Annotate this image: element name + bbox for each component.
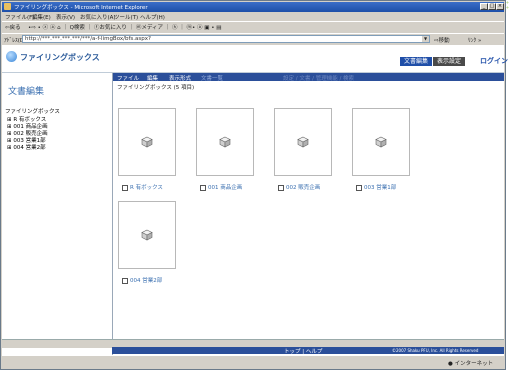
toolbar-buttons[interactable]: •⇨ • ⓧ ⓐ ⌂ ｜ Q検索 ｜ ⓕお気に入り ｜ ⓜメディア ｜ ⓗ ｜ … <box>28 23 221 31</box>
menu-tools[interactable]: ツール(T) <box>114 13 138 21</box>
app-header: ファイリングボックス 文書編集 表示設定 ログイン <box>2 45 508 73</box>
menu-bar: ファイル(F) 編集(E) 表示(V) お気に入り(A) ツール(T) ヘルプ(… <box>2 12 504 21</box>
copyright-text: ©2007 Shaku PFU, Inc. All Rights Reserve… <box>392 348 479 353</box>
app-title: ファイリングボックス <box>20 53 100 62</box>
folder-tile[interactable] <box>196 108 254 176</box>
folder-checkbox[interactable] <box>278 184 284 191</box>
address-input[interactable]: http://***.***.***.***/***/a-f-limgBox/b… <box>22 35 430 43</box>
chevron-down-icon[interactable]: ▼ <box>422 36 429 42</box>
zone-status: ● インターネット <box>448 361 494 367</box>
folder-view-pane: ファイル 編集 表示形式 文書一覧 設定 / 文書 / 管理機能 / 検索 ファ… <box>113 73 504 360</box>
footer-links[interactable]: トップ | ヘルプ <box>284 347 322 355</box>
maximize-button[interactable]: □ <box>488 3 496 10</box>
folder-checkbox[interactable] <box>122 277 128 284</box>
box-icon <box>141 229 153 241</box>
box-icon <box>297 136 309 148</box>
back-button[interactable]: ⇦戻る <box>5 23 21 31</box>
address-bar: ｱﾄﾞﾚｽ(D) http://***.***.***.***/***/a-f-… <box>2 33 504 45</box>
address-url: http://***.***.***.***/***/a-f-limgBox/b… <box>25 36 151 42</box>
pane-title: 文書編集 <box>8 87 45 97</box>
browser-toolbar: ⇦戻る •⇨ • ⓧ ⓐ ⌂ ｜ Q検索 ｜ ⓕお気に入り ｜ ⓜメディア ｜ … <box>2 21 504 33</box>
page-content: ファイリングボックス 文書編集 表示設定 ログイン 文書編集 ファイリングボック… <box>2 45 508 360</box>
box-icon <box>141 136 153 148</box>
folder-checkbox[interactable] <box>200 184 206 191</box>
menu-view[interactable]: 表示(V) <box>56 13 75 21</box>
nav-faded: 設定 / 文書 / 管理機能 / 検索 <box>283 76 355 82</box>
menu-edit[interactable]: 編集(E) <box>32 13 51 21</box>
nav-file[interactable]: ファイル <box>117 74 139 82</box>
doc-edit-button[interactable]: 文書編集 <box>400 57 433 66</box>
breadcrumb: ファイリングボックス (5 項目) <box>117 85 195 91</box>
folder-tile[interactable] <box>118 201 176 269</box>
folder-label[interactable]: R 有ボックス <box>122 183 163 191</box>
folder-checkbox[interactable] <box>122 184 128 191</box>
nav-display[interactable]: 表示形式 <box>169 74 191 82</box>
go-button[interactable]: ⇨移動 <box>434 36 450 44</box>
folder-label[interactable]: 004 営業2部 <box>122 276 162 284</box>
minimize-button[interactable]: _ <box>480 3 488 10</box>
links-button[interactable]: ﾘﾝｸ » <box>468 36 481 44</box>
folder-tile[interactable] <box>118 108 176 176</box>
close-button[interactable]: × <box>496 3 504 10</box>
window-titlebar: ファイリングボックス - Microsoft Internet Explorer… <box>2 2 504 12</box>
tree-item[interactable]: ⊞ 004 営業2部 <box>7 143 46 151</box>
login-button[interactable]: ログイン <box>476 57 509 66</box>
ie-icon <box>4 3 11 10</box>
main-nav-bar: ファイル 編集 表示形式 文書一覧 設定 / 文書 / 管理機能 / 検索 <box>113 73 504 82</box>
footer-bar: トップ | ヘルプ ©2007 Shaku PFU, Inc. All Righ… <box>112 347 504 355</box>
menu-file[interactable]: ファイル(F) <box>5 13 34 21</box>
display-settings-button[interactable]: 表示設定 <box>433 57 466 66</box>
tree-root[interactable]: ファイリングボックス <box>5 107 60 115</box>
folder-tree-pane: 文書編集 ファイリングボックス ⊞ R 有ボックス ⊞ 001 商品企画 ⊞ 0… <box>2 73 113 360</box>
folder-label[interactable]: 001 商品企画 <box>200 183 242 191</box>
browser-window: ファイリングボックス - Microsoft Internet Explorer… <box>0 0 508 370</box>
filing-box-logo-icon <box>6 51 17 62</box>
folder-tile[interactable] <box>274 108 332 176</box>
folder-label[interactable]: 002 販売企画 <box>278 183 320 191</box>
folder-label[interactable]: 003 営業1部 <box>356 183 396 191</box>
nav-list[interactable]: 文書一覧 <box>201 74 223 82</box>
window-title: ファイリングボックス - Microsoft Internet Explorer <box>14 5 148 11</box>
menu-favorites[interactable]: お気に入り(A) <box>80 13 116 21</box>
folder-tile[interactable] <box>352 108 410 176</box>
box-icon <box>219 136 231 148</box>
status-bar: ● インターネット <box>2 355 504 368</box>
menu-help[interactable]: ヘルプ(H) <box>140 13 165 21</box>
box-icon <box>375 136 387 148</box>
folder-checkbox[interactable] <box>356 184 362 191</box>
nav-edit[interactable]: 編集 <box>147 74 158 82</box>
